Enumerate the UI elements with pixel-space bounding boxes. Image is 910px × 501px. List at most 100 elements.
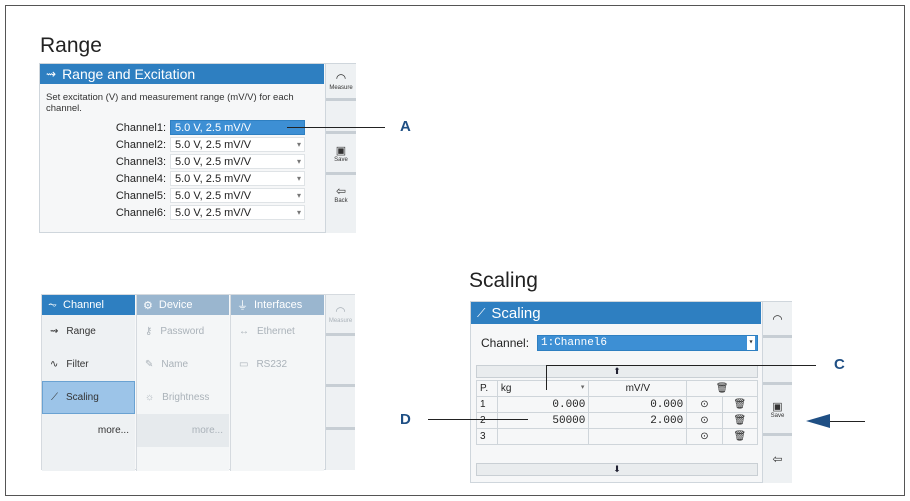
tab-interfaces[interactable]: ⏚ Interfaces: [231, 295, 324, 315]
channel-label: Channel4:: [115, 172, 166, 185]
value-right-input[interactable]: [588, 428, 688, 445]
menu-item-filter[interactable]: ∿ Filter: [42, 348, 135, 381]
channel-value: 5.0 V, 2.5 mV/V: [175, 206, 252, 219]
channel-value: 5.0 V, 2.5 mV/V: [175, 138, 252, 151]
value-left-input[interactable]: 0.000: [496, 396, 590, 413]
menu-more-channel[interactable]: more...: [42, 414, 135, 447]
menu-item-label: Range: [66, 326, 96, 337]
trash-icon: 🗑: [733, 431, 747, 442]
value-left-input[interactable]: 50000: [496, 412, 590, 429]
back-button[interactable]: ⇦: [763, 436, 792, 482]
menu-item-password[interactable]: ⚷ Password: [137, 315, 229, 348]
channel-label: Channel6:: [115, 206, 166, 219]
channel-label: Channel2:: [115, 138, 166, 151]
row-index: 3: [476, 428, 498, 445]
channel-row[interactable]: Channel3: 5.0 V, 2.5 mV/V ▾: [40, 153, 305, 170]
toolbar-divider: [326, 427, 355, 430]
callout-d-line: [428, 419, 528, 420]
floppy-icon: ▣: [335, 144, 347, 157]
range-header: ⇝ Range and Excitation: [40, 64, 324, 84]
capture-button[interactable]: ⊙: [686, 396, 723, 413]
more-label: more...: [97, 425, 129, 436]
key-icon: ⚷: [145, 326, 153, 337]
tab-channel-label: Channel: [63, 299, 104, 311]
scroll-down-button[interactable]: ⬇: [476, 463, 758, 476]
channel-value: 5.0 V, 2.5 mV/V: [175, 172, 252, 185]
menu-item-ethernet[interactable]: ↔ Ethernet: [231, 315, 324, 348]
dropdown-icon: ▾: [296, 157, 301, 166]
menu-item-brightness[interactable]: ☼ Brightness: [137, 381, 229, 414]
channel-select[interactable]: 5.0 V, 2.5 mV/V ▾: [170, 205, 305, 220]
save-button[interactable]: ▣ Save: [326, 134, 356, 172]
range-panel: ⇝ Range and Excitation Set excitation (V…: [39, 63, 356, 233]
channel-row[interactable]: Channel2: 5.0 V, 2.5 mV/V ▾: [40, 136, 305, 153]
menu-item-label: Password: [160, 326, 205, 337]
sun-icon: ☼: [145, 392, 155, 403]
plug-icon: ⏚: [237, 300, 248, 312]
menu-item-scaling[interactable]: ⟋ Scaling: [42, 381, 135, 414]
table-header-row: P. kg ▾ mV/V 🗑: [476, 380, 758, 397]
tab-device-label: Device: [158, 299, 193, 311]
unit-left-value: kg: [500, 383, 512, 394]
callout-c-line: [546, 365, 816, 366]
back-label: Back: [334, 198, 348, 204]
capture-button[interactable]: ⊙: [686, 428, 723, 445]
channel-select-value: 1:Channel6: [541, 337, 608, 349]
range-section-title: Range: [40, 34, 102, 57]
menu-more-device[interactable]: more...: [137, 414, 229, 447]
channel-select[interactable]: 5.0 V, 2.5 mV/V ▾: [170, 137, 305, 152]
scaling-panel: ⟋ Scaling Channel: 1:Channel6 ▾ ⬆ P. kg …: [470, 301, 792, 483]
delete-row-button[interactable]: 🗑: [721, 396, 759, 413]
tab-device[interactable]: ⚙ Device: [137, 295, 229, 315]
channel-label: Channel5:: [115, 189, 166, 202]
empty-slot: [326, 387, 355, 427]
channel-row[interactable]: Channel6: 5.0 V, 2.5 mV/V ▾: [40, 204, 305, 221]
measure-button[interactable]: ◠ Measure: [326, 64, 356, 98]
channel-label: Channel3:: [115, 155, 166, 168]
measure-label: Measure: [328, 318, 353, 324]
back-button[interactable]: ⇦ Back: [326, 175, 356, 213]
value-left-input[interactable]: [496, 428, 590, 445]
channel-select[interactable]: 5.0 V, 2.5 mV/V: [170, 120, 305, 135]
channel-icon: ⏦: [48, 298, 57, 311]
channel-select[interactable]: 5.0 V, 2.5 mV/V ▾: [170, 188, 305, 203]
channel-select[interactable]: 5.0 V, 2.5 mV/V ▾: [170, 171, 305, 186]
more-label: more...: [191, 425, 223, 436]
menu-item-label: Filter: [66, 359, 89, 370]
scaling-side-toolbar: ◠ ▣ Save ⇦: [762, 302, 792, 483]
channel-value: 5.0 V, 2.5 mV/V: [175, 121, 252, 134]
arrow-left-icon: [806, 414, 830, 428]
menu-panel: ⏦ Channel ⇝ Range ∿ Filter ⟋ Scaling mor…: [41, 294, 355, 471]
delete-all-button[interactable]: 🗑: [686, 380, 758, 397]
menu-item-range[interactable]: ⇝ Range: [42, 315, 135, 348]
channel-select[interactable]: 1:Channel6 ▾: [537, 335, 758, 351]
menu-item-label: Scaling: [66, 392, 99, 403]
pen-icon: ✎: [145, 359, 154, 370]
menu-item-name[interactable]: ✎ Name: [137, 348, 229, 381]
play-icon: ⊙: [700, 399, 709, 410]
measure-button[interactable]: ◠ Measure: [326, 295, 355, 333]
measure-button[interactable]: ◠: [763, 302, 792, 335]
range-icon: ⇝: [50, 326, 59, 337]
tab-channel[interactable]: ⏦ Channel: [42, 295, 135, 315]
save-button[interactable]: ▣ Save: [763, 385, 792, 433]
channel-row[interactable]: Channel4: 5.0 V, 2.5 mV/V ▾: [40, 170, 305, 187]
back-arrow-icon: ⇦: [772, 452, 783, 466]
channel-select[interactable]: 5.0 V, 2.5 mV/V ▾: [170, 154, 305, 169]
value-right-input[interactable]: 0.000: [588, 396, 688, 413]
unit-left-select[interactable]: kg ▾: [496, 380, 590, 397]
delete-row-button[interactable]: 🗑: [721, 412, 759, 429]
menu-item-rs232[interactable]: ▭ RS232: [231, 348, 324, 381]
channel-row[interactable]: Channel5: 5.0 V, 2.5 mV/V ▾: [40, 187, 305, 204]
range-description: Set excitation (V) and measurement range…: [46, 92, 294, 114]
dropdown-icon: ▾: [296, 174, 301, 183]
device-icon: ⚙: [143, 299, 153, 312]
delete-row-button[interactable]: 🗑: [721, 428, 759, 445]
channel-list: Channel1: 5.0 V, 2.5 mV/V Channel2: 5.0 …: [40, 119, 305, 221]
col-p-header: P.: [476, 380, 498, 397]
channel-row[interactable]: Channel1: 5.0 V, 2.5 mV/V: [40, 119, 305, 136]
value-right-input[interactable]: 2.000: [588, 412, 688, 429]
scroll-up-button[interactable]: ⬆: [476, 365, 758, 378]
arrow-up-icon: ⬆: [613, 366, 621, 376]
capture-button[interactable]: ⊙: [686, 412, 723, 429]
